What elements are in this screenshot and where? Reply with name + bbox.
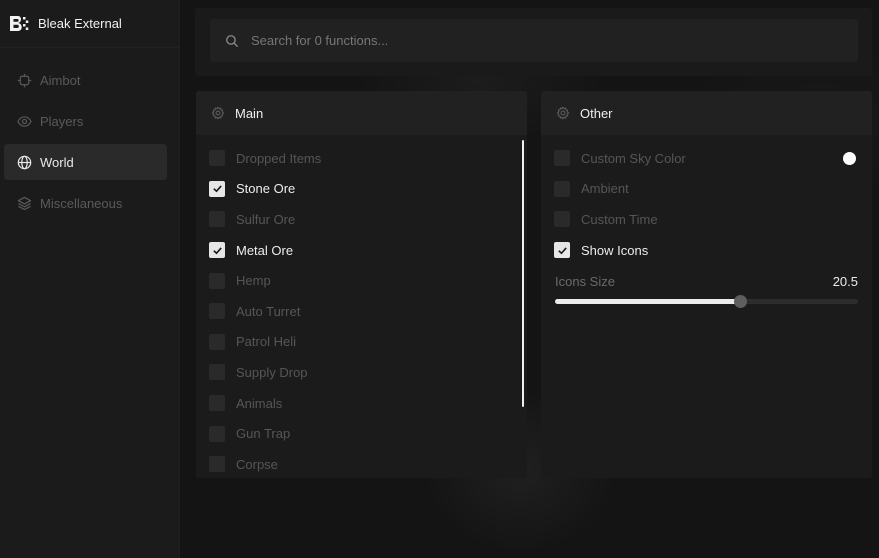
checkbox[interactable] <box>209 364 225 381</box>
option-hemp[interactable]: Hemp <box>209 265 509 296</box>
option-label: Gun Trap <box>236 426 291 442</box>
slider-value: 20.5 <box>832 273 858 289</box>
option-label: Custom Time <box>581 211 658 227</box>
sidebar-item-miscellaneous[interactable]: Miscellaneous <box>4 185 167 221</box>
option-custom-time[interactable]: Custom Time <box>554 204 854 235</box>
option-gun-trap[interactable]: Gun Trap <box>209 418 509 449</box>
search-box[interactable] <box>210 19 858 62</box>
option-animals[interactable]: Animals <box>209 388 509 419</box>
checkbox[interactable] <box>209 456 225 473</box>
option-auto-turret[interactable]: Auto Turret <box>209 296 509 327</box>
option-custom-sky-color[interactable]: Custom Sky Color <box>554 143 854 174</box>
panel-other: Other Custom Sky Color Ambient Custom Ti… <box>541 91 872 478</box>
slider-label: Icons Size <box>555 273 615 289</box>
panel-title: Main <box>235 105 264 121</box>
option-dropped-items[interactable]: Dropped Items <box>209 143 509 174</box>
logo-icon <box>9 15 29 32</box>
option-patrol-heli[interactable]: Patrol Heli <box>209 327 509 358</box>
option-ambient[interactable]: Ambient <box>554 174 854 205</box>
checkbox[interactable] <box>554 211 570 228</box>
search-bar <box>195 8 872 76</box>
check-icon <box>212 185 222 193</box>
checkbox[interactable] <box>209 242 225 259</box>
icons-size-slider[interactable] <box>555 295 858 308</box>
option-label: Show Icons <box>581 242 649 258</box>
slider-fill <box>555 299 742 304</box>
checkbox[interactable] <box>209 333 225 350</box>
checkbox[interactable] <box>209 395 225 412</box>
option-label: Auto Turret <box>236 303 301 319</box>
panel-main: Main Dropped Items Stone Ore Sulfur Ore … <box>196 91 527 478</box>
option-label: Metal Ore <box>236 242 294 258</box>
option-corpse[interactable]: Corpse <box>209 449 509 478</box>
option-label: Animals <box>236 395 283 411</box>
option-list: Custom Sky Color Ambient Custom Time Sho… <box>554 143 854 265</box>
check-icon <box>212 246 222 255</box>
check-icon <box>557 246 567 255</box>
sidebar-item-label: World <box>40 154 74 170</box>
panel-title: Other <box>580 105 613 121</box>
app-title: Bleak External <box>38 16 122 31</box>
checkbox[interactable] <box>209 272 225 289</box>
checkbox[interactable] <box>209 303 225 320</box>
checkbox[interactable] <box>209 425 225 442</box>
slider-thumb[interactable] <box>734 295 748 308</box>
gear-icon <box>556 106 570 120</box>
sidebar: Bleak External Aimbot Players World Misc… <box>0 0 180 558</box>
checkbox[interactable] <box>209 180 225 197</box>
scrollbar[interactable] <box>522 140 524 407</box>
sky-color-picker[interactable] <box>843 152 856 165</box>
sidebar-item-label: Players <box>40 113 84 129</box>
option-label: Stone Ore <box>236 181 296 197</box>
gear-icon <box>211 106 225 120</box>
option-label: Custom Sky Color <box>581 150 686 166</box>
option-stone-ore[interactable]: Stone Ore <box>209 174 509 205</box>
option-list: Dropped Items Stone Ore Sulfur Ore Metal… <box>209 143 509 478</box>
option-label: Patrol Heli <box>236 334 296 350</box>
checkbox[interactable] <box>554 180 570 197</box>
search-icon <box>226 34 239 47</box>
search-input[interactable] <box>251 33 831 48</box>
sidebar-item-players[interactable]: Players <box>4 103 167 139</box>
sidebar-nav: Aimbot Players World Miscellaneous <box>4 62 167 226</box>
crosshair-icon <box>17 73 32 87</box>
layers-icon <box>17 196 32 210</box>
panel-header: Other <box>541 91 872 135</box>
option-label: Ambient <box>581 181 629 197</box>
checkbox[interactable] <box>209 211 225 228</box>
checkbox[interactable] <box>209 150 225 167</box>
option-label: Dropped Items <box>236 150 322 166</box>
option-metal-ore[interactable]: Metal Ore <box>209 235 509 266</box>
slider-header: Icons Size 20.5 <box>555 273 858 289</box>
checkbox[interactable] <box>554 150 570 167</box>
sidebar-item-label: Miscellaneous <box>40 195 123 211</box>
option-sulfur-ore[interactable]: Sulfur Ore <box>209 204 509 235</box>
option-show-icons[interactable]: Show Icons <box>554 235 854 266</box>
option-supply-drop[interactable]: Supply Drop <box>209 357 509 388</box>
sidebar-item-world[interactable]: World <box>4 144 167 180</box>
eye-icon <box>17 115 32 127</box>
option-label: Corpse <box>236 456 278 472</box>
sidebar-item-aimbot[interactable]: Aimbot <box>4 62 167 98</box>
option-label: Supply Drop <box>236 364 308 380</box>
option-label: Sulfur Ore <box>236 211 296 227</box>
brand: Bleak External <box>0 0 180 48</box>
option-label: Hemp <box>236 273 271 289</box>
panel-header: Main <box>196 91 527 135</box>
globe-icon <box>17 155 32 169</box>
checkbox[interactable] <box>554 242 570 259</box>
sidebar-item-label: Aimbot <box>40 72 81 88</box>
